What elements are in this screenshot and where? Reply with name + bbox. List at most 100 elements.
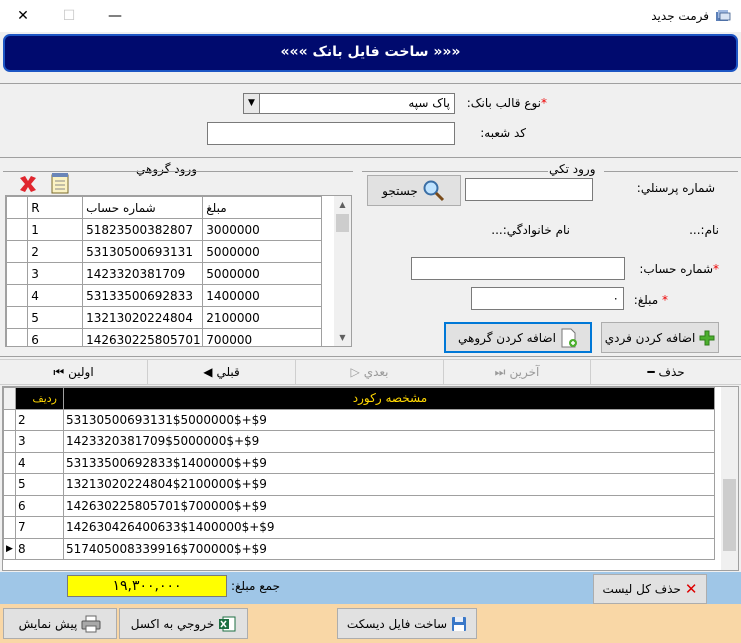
- delete-all-button[interactable]: ✕ حذف کل ليست: [593, 574, 707, 604]
- cell-account[interactable]: 51823500382807: [82, 218, 204, 241]
- cell-row-number[interactable]: 5: [15, 473, 64, 496]
- table-row[interactable]: 1 51823500382807 3000000: [6, 218, 322, 241]
- cell-amount[interactable]: 3000000: [202, 218, 322, 241]
- table-row[interactable]: 3 1423320381709$5000000$+$9: [3, 430, 715, 453]
- cell-r[interactable]: 3: [27, 262, 84, 285]
- table-row[interactable]: 3 1423320381709 5000000: [6, 262, 322, 285]
- column-header-r[interactable]: R: [27, 196, 84, 219]
- cell-r[interactable]: 6: [27, 328, 84, 346]
- excel-export-button[interactable]: خروجي به اکسل: [119, 608, 248, 639]
- cell-amount[interactable]: 2100000: [202, 306, 322, 329]
- account-input[interactable]: [411, 257, 625, 280]
- add-group-label: اضافه کردن گروهي: [458, 330, 556, 345]
- title-bar: ✕ ☐ — فرمت جديد: [0, 0, 741, 32]
- cell-amount[interactable]: 5000000: [202, 240, 322, 263]
- previous-button[interactable]: قبلي ◀: [148, 360, 296, 384]
- row-header-corner: [3, 387, 16, 410]
- cell-row-number[interactable]: 2: [15, 408, 64, 431]
- cell-account[interactable]: 142630225805701: [82, 328, 204, 346]
- cell-spec[interactable]: 53130500693131$5000000$+$9: [63, 408, 715, 431]
- cell-amount[interactable]: 700000: [202, 328, 322, 346]
- search-button-label: جستجو: [382, 183, 418, 198]
- add-group-button[interactable]: اضافه کردن گروهي: [444, 322, 592, 353]
- bank-template-label: *نوع قالب بانک:: [466, 96, 547, 110]
- records-scrollbar[interactable]: [721, 387, 738, 570]
- column-header-spec[interactable]: مشخصه رکورد: [63, 387, 715, 410]
- close-button[interactable]: ✕: [0, 0, 46, 32]
- cell-row-number[interactable]: 6: [15, 494, 64, 517]
- cell-r[interactable]: 4: [27, 284, 84, 307]
- last-button[interactable]: آخرين ⏭: [444, 360, 591, 384]
- cell-row-number[interactable]: 4: [15, 451, 64, 474]
- print-preview-button[interactable]: پيش نمايش: [3, 608, 117, 639]
- cell-account[interactable]: 1423320381709: [82, 262, 204, 285]
- next-label: بعدي: [363, 365, 389, 379]
- bank-template-select[interactable]: ▼ پاک سپه: [243, 93, 455, 114]
- table-row[interactable]: 2 53130500693131 5000000: [6, 240, 322, 263]
- excel-icon: [219, 616, 236, 631]
- cell-amount[interactable]: 1400000: [202, 284, 322, 307]
- group-entry-grid[interactable]: R شماره حساب مبلغ 1 51823500382807 3000000…: [5, 195, 352, 347]
- cell-amount[interactable]: 5000000: [202, 262, 322, 285]
- next-button[interactable]: بعدي ▷: [296, 360, 444, 384]
- cell-r[interactable]: 2: [27, 240, 84, 263]
- cell-spec[interactable]: 517405008339916$700000$+$9: [63, 537, 715, 560]
- vertical-scrollbar[interactable]: ▲ ▼: [334, 196, 351, 346]
- notepad-icon[interactable]: [50, 172, 70, 194]
- account-label: *شماره حساب:: [639, 262, 719, 276]
- column-header-account[interactable]: شماره حساب: [82, 196, 204, 219]
- build-file-label: ساخت فايل ديسکت: [346, 616, 448, 631]
- delete-x-icon[interactable]: [17, 173, 39, 195]
- first-button[interactable]: اولين ⏮: [0, 360, 148, 384]
- scroll-thumb[interactable]: [336, 214, 349, 232]
- branch-code-input[interactable]: [207, 122, 455, 145]
- divider: [0, 356, 741, 357]
- scroll-up-icon[interactable]: ▲: [334, 196, 351, 213]
- table-row[interactable]: 7 142630426400633$1400000$+$9: [3, 516, 715, 539]
- cell-r[interactable]: 5: [27, 306, 84, 329]
- table-row[interactable]: ▶ 8 517405008339916$700000$+$9: [3, 537, 715, 560]
- maximize-button[interactable]: ☐: [46, 0, 92, 32]
- printer-icon: [81, 615, 101, 632]
- cell-row-number[interactable]: 3: [15, 430, 64, 453]
- table-row[interactable]: 5 13213020224804 2100000: [6, 306, 322, 329]
- page-title: ««« ساخت فايل بانک »»»: [280, 44, 461, 60]
- table-row[interactable]: 5 13213020224804$2100000$+$9: [3, 473, 715, 496]
- search-button[interactable]: جستجو: [367, 175, 461, 206]
- cell-account[interactable]: 13213020224804: [82, 306, 204, 329]
- amount-label: * مبلغ:: [633, 293, 668, 307]
- cell-row-number[interactable]: 7: [15, 516, 64, 539]
- family-label: نام خانوادگي:...: [491, 223, 570, 237]
- cell-account[interactable]: 53130500693131: [82, 240, 204, 263]
- add-single-label: اضافه کردن فردي: [604, 330, 696, 345]
- add-single-button[interactable]: اضافه کردن فردي: [601, 322, 719, 353]
- scroll-down-icon[interactable]: ▼: [334, 329, 351, 346]
- records-grid[interactable]: رديف مشخصه رکورد 2 53130500693131$5000000…: [2, 386, 739, 571]
- cell-spec[interactable]: 13213020224804$2100000$+$9: [63, 473, 715, 496]
- scroll-thumb[interactable]: [723, 479, 736, 551]
- search-icon: [423, 180, 444, 201]
- cell-account[interactable]: 53133500692833: [82, 284, 204, 307]
- build-file-button[interactable]: ساخت فايل ديسکت: [337, 608, 477, 639]
- delete-button[interactable]: حذف ━: [591, 360, 741, 384]
- table-row[interactable]: 6 142630225805701 700000: [6, 328, 322, 346]
- branch-code-label: کد شعبه:: [480, 126, 526, 140]
- cell-spec[interactable]: 53133500692833$1400000$+$9: [63, 451, 715, 474]
- row-header-corner: [6, 196, 29, 219]
- amount-input[interactable]: ۰: [471, 287, 624, 310]
- personnel-input[interactable]: [465, 178, 593, 201]
- minimize-button[interactable]: —: [92, 0, 138, 32]
- table-row[interactable]: 4 53133500692833 1400000: [6, 284, 322, 307]
- cell-spec[interactable]: 1423320381709$5000000$+$9: [63, 430, 715, 453]
- column-header-amount[interactable]: مبلغ: [202, 196, 322, 219]
- single-entry-frame: [362, 171, 548, 172]
- table-row[interactable]: 4 53133500692833$1400000$+$9: [3, 451, 715, 474]
- chevron-down-icon[interactable]: ▼: [244, 94, 260, 113]
- table-row[interactable]: 6 142630225805701$700000$+$9: [3, 494, 715, 517]
- column-header-row[interactable]: رديف: [15, 387, 64, 410]
- cell-row-number[interactable]: 8: [15, 537, 64, 560]
- cell-spec[interactable]: 142630225805701$700000$+$9: [63, 494, 715, 517]
- cell-spec[interactable]: 142630426400633$1400000$+$9: [63, 516, 715, 539]
- table-row[interactable]: 2 53130500693131$5000000$+$9: [3, 408, 715, 431]
- cell-r[interactable]: 1: [27, 218, 84, 241]
